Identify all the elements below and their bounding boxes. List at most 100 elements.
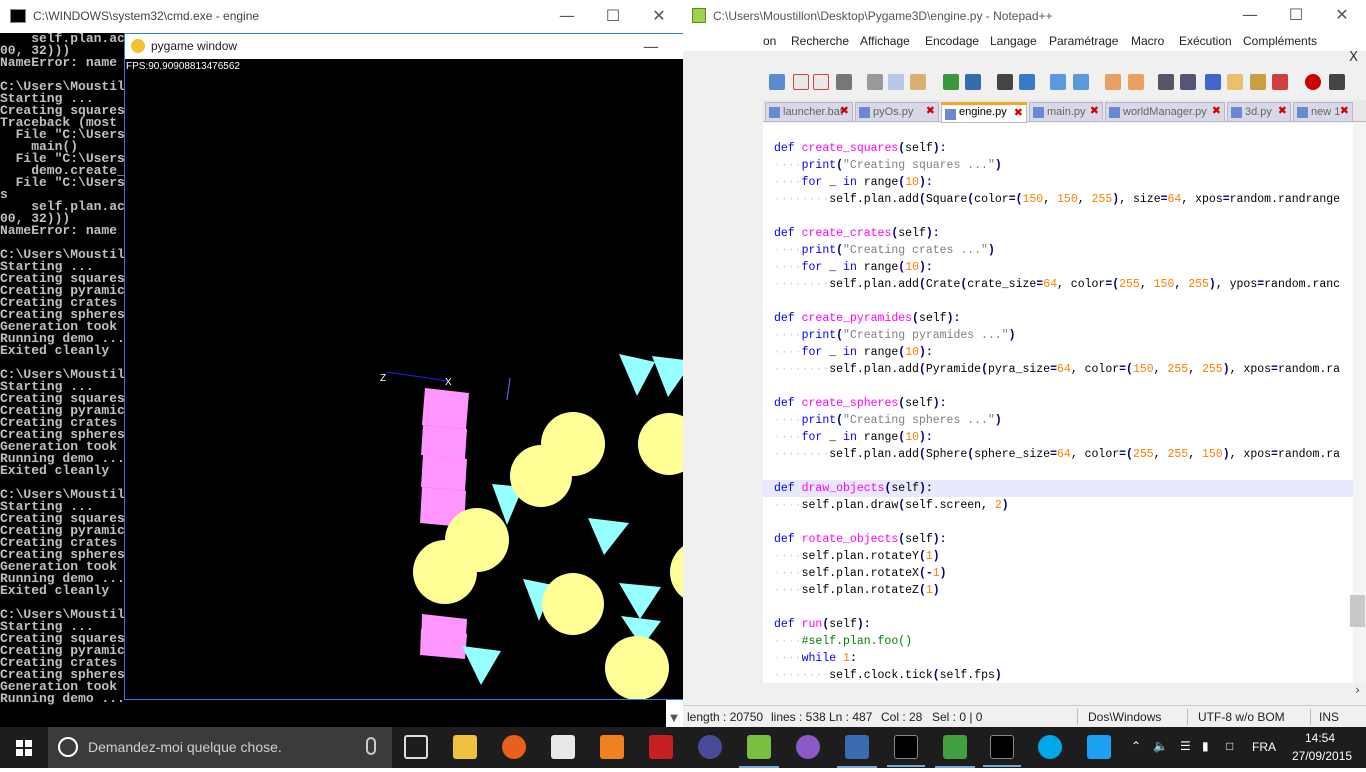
taskbar: Demandez-moi quelque chose. ⌃ 🔈 ☰ ▮ □ FR…	[0, 727, 1366, 768]
tab-close-icon[interactable]: ✖	[1278, 104, 1287, 117]
tab-main[interactable]: main.py ✖	[1029, 102, 1103, 122]
undo-icon[interactable]	[943, 74, 959, 90]
indent-guide-icon[interactable]	[1205, 74, 1221, 90]
code-line: def create_spheres(self):	[774, 397, 947, 410]
code-line: def create_crates(self):	[774, 227, 940, 240]
sync-h-icon[interactable]	[1128, 74, 1144, 90]
tab-close-icon[interactable]: ✖	[1212, 104, 1221, 117]
record-macro-icon[interactable]	[1305, 74, 1321, 90]
all-chars-icon[interactable]	[1180, 74, 1196, 90]
app-icon[interactable]	[796, 735, 820, 759]
menu-item-affichage[interactable]: Affichage	[860, 34, 910, 48]
pygame-window[interactable]: pygame window — ☐ ✕ FPS:90.9090881347656…	[124, 33, 766, 700]
tab-engine[interactable]: engine.py ✖	[941, 102, 1027, 123]
notepadpp-window[interactable]: C:\Users\Moustillon\Desktop\Pygame3D\eng…	[683, 0, 1366, 727]
close-all-icon[interactable]	[813, 74, 829, 90]
menu-item-parametrage[interactable]: Paramétrage	[1049, 34, 1118, 48]
tab-close-icon[interactable]: ✖	[1340, 104, 1349, 117]
menu-item-macro[interactable]: Macro	[1131, 34, 1164, 48]
cut-icon[interactable]	[867, 74, 883, 90]
code-editor[interactable]: def create_squares(self): ····print("Cre…	[763, 123, 1353, 683]
task-view-icon[interactable]	[404, 735, 428, 759]
cmd-titlebar[interactable]: C:\WINDOWS\system32\cmd.exe - engine — ☐…	[0, 0, 682, 33]
wrap-icon[interactable]	[1158, 74, 1174, 90]
tab-close-icon[interactable]: ✖	[1014, 106, 1023, 119]
menu-item-execution[interactable]: Exécution	[1179, 34, 1232, 48]
microphone-icon[interactable]	[366, 737, 376, 755]
pygame-canvas[interactable]: FPS:90.90908813476562 Z X	[125, 59, 765, 699]
print-icon[interactable]	[836, 74, 852, 90]
scroll-right-icon[interactable]: ›	[1355, 683, 1360, 697]
replace-icon[interactable]	[1019, 74, 1035, 90]
maximize-button[interactable]: ☐	[1273, 0, 1319, 30]
tab-pyos[interactable]: pyOs.py ✖	[855, 102, 939, 122]
notepadpp-taskbar-icon[interactable]	[739, 735, 779, 768]
find-icon[interactable]	[997, 74, 1013, 90]
eclipse-icon[interactable]	[698, 735, 722, 759]
menu-item-encodage[interactable]: Encodage	[925, 34, 979, 48]
skype-icon[interactable]	[1038, 735, 1062, 759]
tab-launcher[interactable]: launcher.bat ✖	[765, 102, 853, 122]
scroll-down-icon[interactable]: ▼	[666, 711, 682, 727]
file-explorer-icon[interactable]	[453, 735, 477, 759]
stop-macro-icon[interactable]	[1329, 74, 1345, 90]
zoom-in-icon[interactable]	[1050, 74, 1066, 90]
pygame-titlebar[interactable]: pygame window — ☐ ✕	[125, 34, 765, 59]
close-button[interactable]: ✕	[636, 1, 682, 31]
python-taskbar-icon[interactable]	[837, 735, 877, 768]
editor-vscroll-thumb[interactable]	[1350, 595, 1365, 627]
app-icon[interactable]	[600, 735, 624, 759]
tab-close-icon[interactable]: ✖	[1090, 104, 1099, 117]
tab-close-icon[interactable]: ✖	[840, 104, 849, 117]
tab-label: worldManager.py	[1123, 106, 1207, 118]
notification-icon[interactable]: □	[1226, 739, 1233, 753]
network-icon[interactable]: ☰	[1180, 739, 1191, 753]
paint-icon[interactable]	[935, 735, 975, 768]
tab-worldmanager[interactable]: worldManager.py ✖	[1105, 102, 1225, 122]
status-sel: Sel : 0 | 0	[932, 710, 983, 724]
tab-3d[interactable]: 3d.py ✖	[1227, 102, 1291, 122]
editor-hscroll[interactable]: ›	[763, 683, 1366, 699]
function-list-icon[interactable]	[1250, 74, 1266, 90]
tab-close-icon[interactable]: ✖	[926, 104, 935, 117]
close-document-icon[interactable]: X	[1349, 50, 1358, 65]
folder-as-workspace-icon[interactable]	[1272, 74, 1288, 90]
copy-icon[interactable]	[888, 74, 904, 90]
redo-icon[interactable]	[965, 74, 981, 90]
npp-titlebar[interactable]: C:\Users\Moustillon\Desktop\Pygame3D\eng…	[683, 0, 1366, 31]
maximize-button[interactable]: ☐	[590, 1, 636, 31]
volume-icon[interactable]: 🔈	[1153, 739, 1168, 753]
doc-map-icon[interactable]	[1227, 74, 1243, 90]
clock-date[interactable]: 27/09/2015	[1292, 749, 1352, 763]
app-icon[interactable]	[649, 735, 673, 759]
new-file-icon[interactable]	[769, 74, 785, 90]
paste-icon[interactable]	[910, 74, 926, 90]
chevron-up-icon[interactable]: ⌃	[1131, 739, 1141, 753]
sync-v-icon[interactable]	[1105, 74, 1121, 90]
power-icon[interactable]: ▮	[1202, 739, 1209, 753]
menu-item-partial[interactable]: on	[763, 34, 776, 48]
cortana-search-box[interactable]: Demandez-moi quelque chose.	[48, 727, 392, 768]
close-file-icon[interactable]	[793, 74, 809, 90]
firefox-icon[interactable]	[502, 735, 526, 759]
minimize-button[interactable]: —	[544, 1, 590, 31]
status-divider	[1310, 709, 1311, 725]
clock-time[interactable]: 14:54	[1305, 731, 1335, 745]
menu-item-recherche[interactable]: Recherche	[791, 34, 849, 48]
minimize-button[interactable]: —	[628, 34, 674, 59]
tab-new1[interactable]: new 1 ✖	[1293, 102, 1353, 122]
minimize-button[interactable]: —	[1227, 0, 1273, 30]
language-indicator[interactable]: FRA	[1252, 740, 1276, 754]
close-button[interactable]: ✕	[1319, 0, 1365, 30]
store-icon[interactable]	[551, 735, 575, 759]
cmd-taskbar-icon[interactable]	[887, 735, 925, 767]
twitter-icon[interactable]	[1087, 735, 1111, 759]
start-button[interactable]	[0, 727, 48, 768]
code-line: def run(self):	[774, 618, 871, 631]
code-line: ········self.plan.add(Sphere(sphere_size…	[774, 448, 1341, 461]
menu-item-complements[interactable]: Compléments	[1243, 34, 1317, 48]
zoom-out-icon[interactable]	[1073, 74, 1089, 90]
menu-item-langage[interactable]: Langage	[990, 34, 1037, 48]
cmd-taskbar-icon[interactable]	[983, 735, 1021, 767]
axis-x-label: X	[445, 377, 452, 388]
